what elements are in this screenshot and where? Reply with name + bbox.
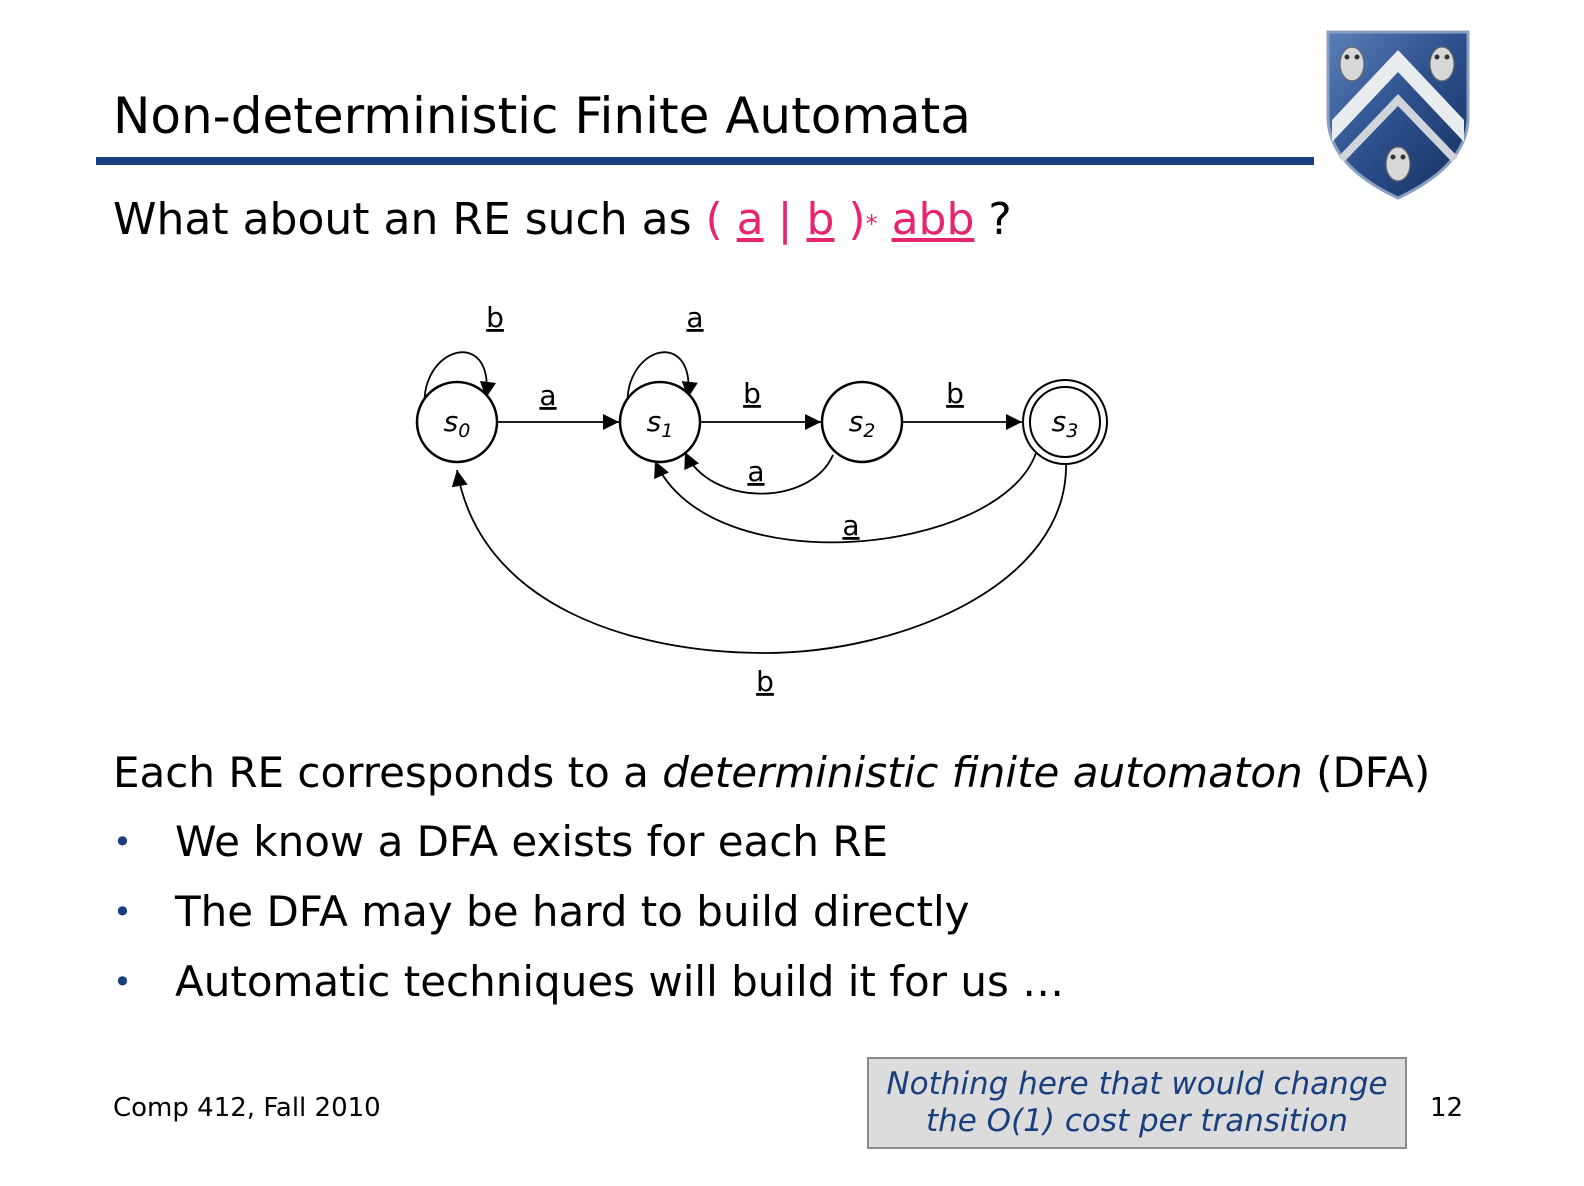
state-s3-accepting: s3	[1022, 379, 1108, 465]
label-s3-s0: b	[756, 665, 774, 698]
re-suffix: abb	[891, 194, 975, 245]
nfa-diagram: s0 s1 s2 s3 b a a b b a a b	[415, 301, 1108, 698]
bullet-dot-icon: •	[113, 963, 132, 1001]
bullet-text: The DFA may be hard to build directly	[175, 887, 970, 936]
statement-suffix: (DFA)	[1302, 748, 1431, 797]
label-s0-s0: b	[486, 301, 504, 334]
question-prefix: What about an RE such as	[113, 194, 692, 245]
state-s3-letter: s	[1052, 405, 1067, 438]
bullet-dot-icon: •	[113, 893, 132, 931]
state-s1-letter: s	[647, 405, 662, 438]
bullet-text: We know a DFA exists for each RE	[175, 817, 889, 866]
re-symbol-b: b	[806, 194, 835, 245]
page-number: 12	[1430, 1093, 1464, 1123]
label-s3-s1: a	[842, 509, 859, 542]
state-s0: s0	[415, 380, 499, 464]
dfa-statement: Each RE corresponds to a deterministic f…	[113, 743, 1430, 803]
state-s0-subscript: 0	[458, 420, 470, 442]
label-s1-s1: a	[686, 301, 703, 334]
state-s2-subscript: 2	[863, 420, 875, 442]
state-s3-subscript: 3	[1066, 420, 1078, 442]
state-s2-letter: s	[849, 405, 864, 438]
state-s1: s1	[618, 380, 702, 464]
state-s1-subscript: 1	[661, 420, 673, 442]
re-symbol-a: a	[736, 194, 764, 245]
course-footer: Comp 412, Fall 2010	[113, 1093, 381, 1123]
label-s0-s1: a	[539, 379, 556, 412]
transition-s3-s0	[451, 460, 1067, 654]
shield-crest-icon	[1326, 30, 1470, 200]
slide-title: Non-deterministic Finite Automata	[113, 87, 971, 145]
label-s2-s3: b	[946, 377, 964, 410]
bullet-text: Automatic techniques will build it for u…	[175, 957, 1065, 1006]
question-mark: ?	[988, 194, 1012, 245]
note-box: Nothing here that would change the O(1) …	[867, 1057, 1407, 1149]
bullet-item: • The DFA may be hard to build directly	[113, 882, 1064, 952]
title-divider	[96, 157, 1314, 165]
bullet-item: • We know a DFA exists for each RE	[113, 812, 1064, 882]
note-line-2: the O(1) cost per transition	[925, 1103, 1349, 1139]
re-alternation-bar: |	[777, 194, 793, 245]
statement-emphasis: deterministic finite automaton	[662, 748, 1303, 797]
re-open-paren: (	[705, 194, 723, 245]
re-kleene-star: *	[865, 210, 878, 238]
re-question: What about an RE such as ( a | b )* abb …	[113, 190, 1012, 250]
label-s2-s1: a	[747, 455, 764, 488]
statement-prefix: Each RE corresponds to a	[113, 748, 663, 797]
state-s0-letter: s	[444, 405, 459, 438]
re-close-paren: )	[848, 194, 866, 245]
label-s1-s2: b	[743, 377, 761, 410]
state-s2: s2	[820, 380, 904, 464]
bullet-item: • Automatic techniques will build it for …	[113, 952, 1064, 1022]
bullet-dot-icon: •	[113, 823, 132, 861]
note-line-1: Nothing here that would change	[886, 1066, 1388, 1102]
bullet-list: • We know a DFA exists for each RE • The D…	[113, 812, 1064, 1022]
